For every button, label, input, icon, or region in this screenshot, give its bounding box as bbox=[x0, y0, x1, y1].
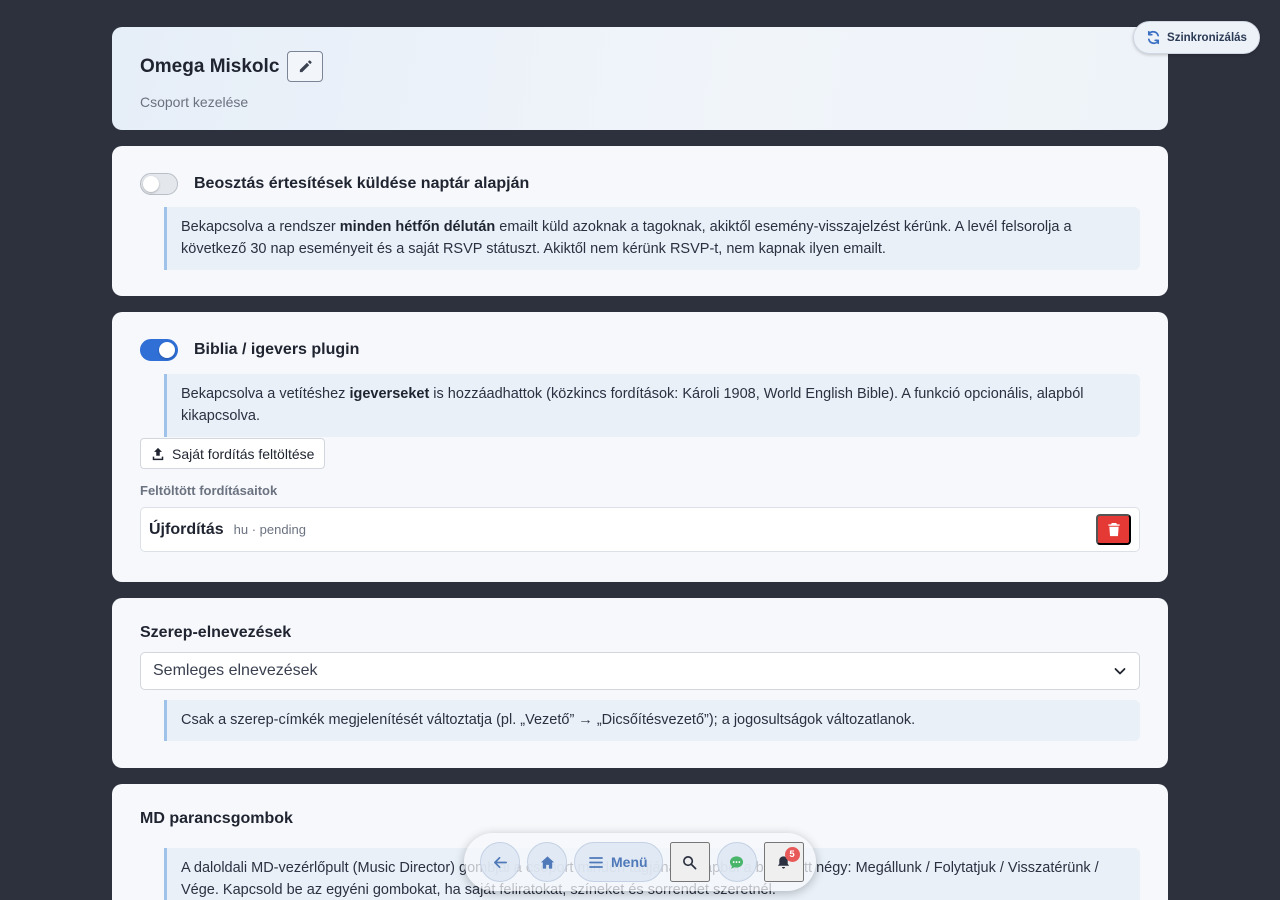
group-settings-page: Omega Miskolc Csoport kezelése Beosztás … bbox=[112, 27, 1168, 900]
group-header-card: Omega Miskolc Csoport kezelése bbox=[112, 27, 1168, 130]
info-emphasis: igeverseket bbox=[349, 386, 430, 402]
search-button[interactable] bbox=[669, 842, 710, 882]
md-buttons-title: MD parancsgombok bbox=[140, 810, 293, 827]
bottom-nav: Menü 5 bbox=[464, 833, 816, 891]
list-item: Újfordítás hu · pending bbox=[140, 507, 1140, 552]
pencil-icon bbox=[299, 60, 312, 73]
translation-meta: hu · pending bbox=[233, 522, 306, 537]
schedule-notifications-label: Beosztás értesítések küldése naptár alap… bbox=[194, 175, 530, 192]
back-button[interactable] bbox=[480, 842, 520, 882]
schedule-notifications-card: Beosztás értesítések küldése naptár alap… bbox=[112, 146, 1168, 296]
role-names-title: Szerep-elnevezések bbox=[140, 624, 292, 641]
page-subtitle: Csoport kezelése bbox=[140, 94, 249, 110]
notification-count-badge: 5 bbox=[784, 847, 800, 862]
title-row: Omega Miskolc bbox=[140, 51, 1140, 82]
menu-label: Menü bbox=[611, 854, 648, 870]
bible-plugin-info: Bekapcsolva a vetítéshez igeverseket is … bbox=[164, 374, 1140, 437]
toggle-knob bbox=[159, 342, 175, 358]
chevron-down-icon bbox=[1114, 668, 1126, 675]
sync-button-label: Szinkronizálás bbox=[1167, 31, 1247, 44]
bible-plugin-card: Biblia / igevers plugin Bekapcsolva a ve… bbox=[112, 312, 1168, 582]
role-names-card: Szerep-elnevezések Semleges elnevezések … bbox=[112, 598, 1168, 768]
role-names-selected: Semleges elnevezések bbox=[153, 662, 318, 679]
sync-icon bbox=[1148, 30, 1160, 45]
uploaded-translations-label: Feltöltött fordításaitok bbox=[140, 483, 278, 498]
upload-row: Saját fordítás feltöltése bbox=[140, 438, 1140, 469]
upload-translation-label: Saját fordítás feltöltése bbox=[172, 445, 315, 462]
upload-icon bbox=[152, 447, 164, 460]
translation-name: Újfordítás bbox=[149, 520, 224, 538]
chat-button[interactable] bbox=[716, 842, 757, 882]
info-emphasis: minden hétfőn délután bbox=[339, 219, 496, 235]
schedule-notifications-info: Bekapcsolva a rendszer minden hétfőn dél… bbox=[164, 207, 1140, 270]
info-text: Bekapcsolva a vetítéshez bbox=[181, 386, 350, 402]
sync-button[interactable]: Szinkronizálás bbox=[1133, 21, 1260, 54]
edit-name-button[interactable] bbox=[287, 51, 324, 82]
schedule-notifications-row: Beosztás értesítések küldése naptár alap… bbox=[140, 172, 1140, 196]
bible-plugin-toggle[interactable] bbox=[140, 339, 178, 361]
delete-translation-button[interactable] bbox=[1096, 514, 1131, 545]
info-text: Bekapcsolva a rendszer bbox=[181, 219, 340, 235]
toggle-knob bbox=[143, 176, 159, 192]
home-icon bbox=[540, 855, 554, 869]
bible-plugin-row: Biblia / igevers plugin bbox=[140, 338, 1140, 362]
group-name: Omega Miskolc bbox=[140, 55, 280, 77]
chat-icon bbox=[730, 855, 744, 869]
menu-icon bbox=[589, 856, 603, 868]
role-names-select[interactable]: Semleges elnevezések bbox=[140, 652, 1140, 690]
schedule-notifications-toggle[interactable] bbox=[140, 173, 178, 195]
arrow-left-icon bbox=[493, 856, 507, 868]
menu-button[interactable]: Menü bbox=[574, 842, 663, 882]
trash-icon bbox=[1107, 522, 1120, 537]
role-names-info: Csak a szerep-címkék megjelenítését vált… bbox=[164, 700, 1140, 741]
home-button[interactable] bbox=[527, 842, 567, 882]
upload-translation-button[interactable]: Saját fordítás feltöltése bbox=[140, 438, 326, 469]
bible-plugin-label: Biblia / igevers plugin bbox=[194, 341, 360, 358]
notifications-button[interactable]: 5 bbox=[763, 842, 804, 882]
search-icon bbox=[683, 855, 697, 869]
